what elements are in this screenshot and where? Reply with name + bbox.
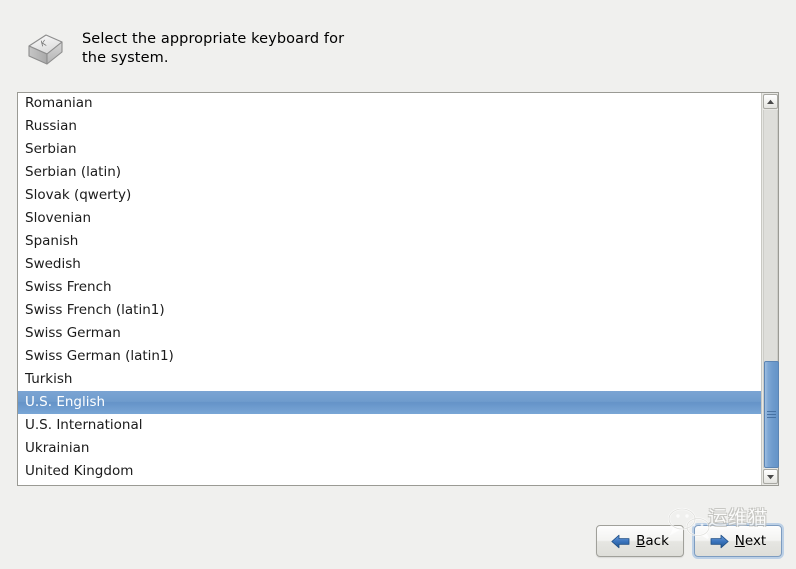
list-item[interactable]: Slovak (qwerty) <box>18 184 761 207</box>
next-button-label: Next <box>734 533 767 549</box>
list-item[interactable]: Russian <box>18 115 761 138</box>
list-item[interactable]: Ukrainian <box>18 437 761 460</box>
chevron-up-icon <box>767 99 774 104</box>
list-item[interactable]: U.S. International <box>18 414 761 437</box>
list-item[interactable]: Turkish <box>18 368 761 391</box>
list-item[interactable]: U.S. English <box>18 391 761 414</box>
vertical-scrollbar[interactable] <box>761 93 779 485</box>
arrow-left-icon <box>611 534 630 548</box>
keyboard-layout-list[interactable]: Romanian Russian Serbian Serbian (latin) Slo… <box>17 92 779 486</box>
next-button[interactable]: Next <box>694 525 782 557</box>
list-item[interactable]: United Kingdom <box>18 460 761 483</box>
list-item[interactable]: Spanish <box>18 230 761 253</box>
instruction-header: K Select the appropriate keyboard for th… <box>0 0 796 88</box>
instruction-line-1: Select the appropriate keyboard for <box>82 31 345 47</box>
list-item[interactable]: Swiss German (latin1) <box>18 345 761 368</box>
list-items: Romanian Russian Serbian Serbian (latin) Slo… <box>18 93 761 483</box>
list-item[interactable]: Serbian <box>18 138 761 161</box>
navigation-button-bar: Back Next <box>596 519 782 563</box>
list-item[interactable]: Romanian <box>18 93 761 115</box>
list-item[interactable]: Swedish <box>18 253 761 276</box>
back-button[interactable]: Back <box>596 525 684 557</box>
page-title: Select the appropriate keyboard for the … <box>82 28 344 68</box>
list-item[interactable]: Serbian (latin) <box>18 161 761 184</box>
list-item[interactable]: Swiss German <box>18 322 761 345</box>
keyboard-key-icon: K <box>16 30 66 72</box>
scrollbar-track[interactable] <box>763 110 779 468</box>
list-viewport[interactable]: Romanian Russian Serbian Serbian (latin) Slo… <box>18 93 761 485</box>
arrow-right-icon <box>710 534 729 548</box>
scroll-up-button[interactable] <box>763 94 778 109</box>
scrollbar-thumb[interactable] <box>764 360 779 468</box>
list-item[interactable]: Swiss French (latin1) <box>18 299 761 322</box>
list-item[interactable]: Slovenian <box>18 207 761 230</box>
back-button-label: Back <box>636 533 669 549</box>
list-item[interactable]: Swiss French <box>18 276 761 299</box>
instruction-line-2: the system. <box>82 50 169 66</box>
chevron-down-icon <box>767 474 774 479</box>
scrollbar-grip-icon <box>767 410 776 418</box>
scroll-down-button[interactable] <box>763 469 778 484</box>
